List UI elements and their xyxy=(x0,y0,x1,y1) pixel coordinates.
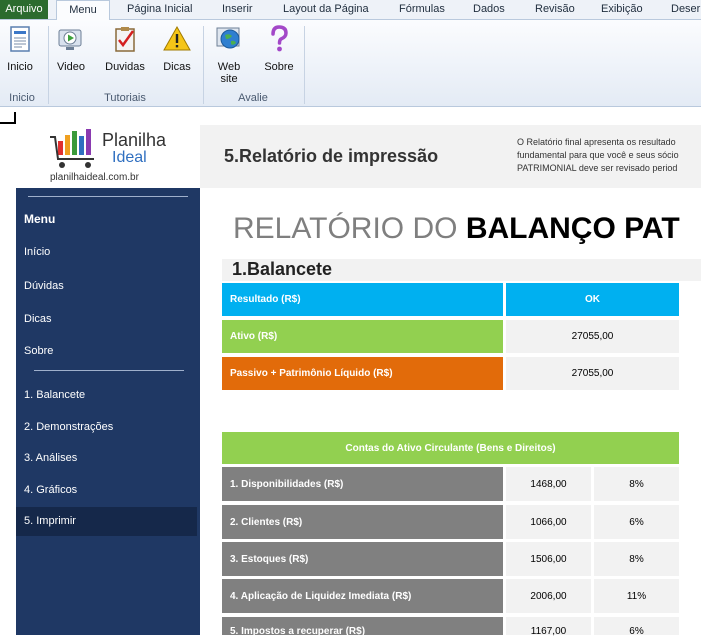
tab-insert[interactable]: Inserir xyxy=(222,0,253,19)
header-description-line: fundamental para que você e seus sócio xyxy=(517,150,679,160)
question-icon xyxy=(271,25,288,52)
page-title: 5.Relatório de impressão xyxy=(224,146,439,166)
tab-page-layout[interactable]: Layout da Página xyxy=(283,0,369,19)
globe-icon xyxy=(216,27,240,49)
logo-url: planilhaideal.com.br xyxy=(50,172,139,183)
tab-file[interactable]: Arquivo xyxy=(0,0,48,19)
assets-header: Contas do Ativo Circulante (Bens e Direi… xyxy=(222,432,679,464)
ativo-label: Ativo (R$) xyxy=(222,320,503,353)
video-icon xyxy=(58,29,82,50)
group-separator xyxy=(304,26,305,104)
asset-row-label: 3. Estoques (R$) xyxy=(222,542,503,576)
dicas-button-label: Dicas xyxy=(163,61,191,73)
tab-home[interactable]: Página Inicial xyxy=(127,0,192,19)
inicio-button-label: Inicio xyxy=(7,61,33,73)
header-description-line: O Relatório final apresenta os resultado xyxy=(517,137,676,147)
sidebar-item-demonstracoes[interactable]: 2. Demonstrações xyxy=(24,421,113,433)
cell-cursor xyxy=(0,112,16,124)
video-button[interactable]: Video xyxy=(54,24,88,73)
asset-row-pct: 6% xyxy=(594,505,679,539)
asset-row-value: 1066,00 xyxy=(506,505,591,539)
warning-icon xyxy=(163,25,191,51)
tab-view[interactable]: Exibição xyxy=(601,0,643,19)
clipboard-check-icon xyxy=(115,27,135,52)
sidebar-divider xyxy=(34,370,184,371)
asset-row-value: 1167,00 xyxy=(506,617,591,637)
tab-formulas[interactable]: Fórmulas xyxy=(399,0,445,19)
report-title-light: RELATÓRIO DO xyxy=(233,212,466,245)
resultado-label: Resultado (R$) xyxy=(222,283,503,316)
sidebar-item-sobre[interactable]: Sobre xyxy=(24,345,53,357)
asset-row-label: 5. Impostos a recuperar (R$) xyxy=(222,617,503,637)
sidebar-item-inicio[interactable]: Início xyxy=(24,246,50,258)
sidebar-item-graficos[interactable]: 4. Gráficos xyxy=(24,484,77,496)
dicas-button[interactable]: Dicas xyxy=(160,24,194,73)
sidebar-divider xyxy=(28,196,188,197)
sobre-button-label: Sobre xyxy=(264,61,294,73)
tab-menu[interactable]: Menu xyxy=(56,0,110,20)
asset-row-pct: 8% xyxy=(594,467,679,501)
asset-row-value: 1468,00 xyxy=(506,467,591,501)
sidebar-menu-heading: Menu xyxy=(24,212,56,226)
asset-row-pct: 8% xyxy=(594,542,679,576)
resultado-value: OK xyxy=(506,283,679,316)
section-title: 1.Balancete xyxy=(232,259,333,279)
cart-logo-icon xyxy=(50,129,94,168)
website-button-label-1: Web xyxy=(217,61,241,73)
logo-name-2: Ideal xyxy=(112,149,147,166)
duvidas-button[interactable]: Duvidas xyxy=(102,24,148,73)
sidebar-item-balancete[interactable]: 1. Balancete xyxy=(24,389,85,401)
website-button-label-2: site xyxy=(220,73,238,85)
asset-row-value: 2006,00 xyxy=(506,579,591,613)
asset-row-pct: 6% xyxy=(594,617,679,637)
group-label-avalie: Avalie xyxy=(238,92,268,104)
ativo-value: 27055,00 xyxy=(506,320,679,353)
asset-row-label: 1. Disponibilidades (R$) xyxy=(222,467,503,501)
report-title-bold: BALANÇO PAT xyxy=(465,212,680,245)
ribbon-panel: Inicio Video Duvidas Dicas Web site Sobr… xyxy=(0,20,701,107)
sidebar-item-dicas[interactable]: Dicas xyxy=(24,313,52,325)
asset-row-label: 4. Aplicação de Liquidez Imediata (R$) xyxy=(222,579,503,613)
sidebar-item-imprimir[interactable]: 5. Imprimir xyxy=(24,515,76,527)
sobre-button[interactable]: Sobre xyxy=(262,24,296,73)
passivo-value: 27055,00 xyxy=(506,357,679,390)
tab-review[interactable]: Revisão xyxy=(535,0,575,19)
group-separator xyxy=(203,26,204,104)
ribbon-tabbar: Arquivo Menu Página Inicial Inserir Layo… xyxy=(0,0,701,20)
group-label-inicio: Inicio xyxy=(9,92,35,104)
sidebar-item-analises[interactable]: 3. Análises xyxy=(24,452,77,464)
logo: Planilha Ideal planilhaideal.com.br xyxy=(16,125,200,188)
asset-row-value: 1506,00 xyxy=(506,542,591,576)
inicio-button[interactable]: Inicio xyxy=(4,24,36,73)
asset-row-pct: 11% xyxy=(594,579,679,613)
video-button-label: Video xyxy=(57,61,85,73)
document-icon xyxy=(10,26,30,52)
duvidas-button-label: Duvidas xyxy=(105,61,145,73)
sidebar-item-duvidas[interactable]: Dúvidas xyxy=(24,280,64,292)
report-title: RELATÓRIO DO BALANÇO PAT xyxy=(233,212,680,246)
tab-developer[interactable]: Deser xyxy=(671,0,700,19)
group-separator xyxy=(48,26,49,104)
asset-row-label: 2. Clientes (R$) xyxy=(222,505,503,539)
header-description: O Relatório final apresenta os resultado… xyxy=(517,136,701,175)
header-description-line: PATRIMONIAL deve ser revisado period xyxy=(517,163,678,173)
website-button[interactable]: Web site xyxy=(212,24,246,85)
group-label-tutoriais: Tutoriais xyxy=(104,92,146,104)
tab-data[interactable]: Dados xyxy=(473,0,505,19)
logo-name-1: Planilha xyxy=(102,130,167,150)
passivo-label: Passivo + Patrimônio Líquido (R$) xyxy=(222,357,503,390)
